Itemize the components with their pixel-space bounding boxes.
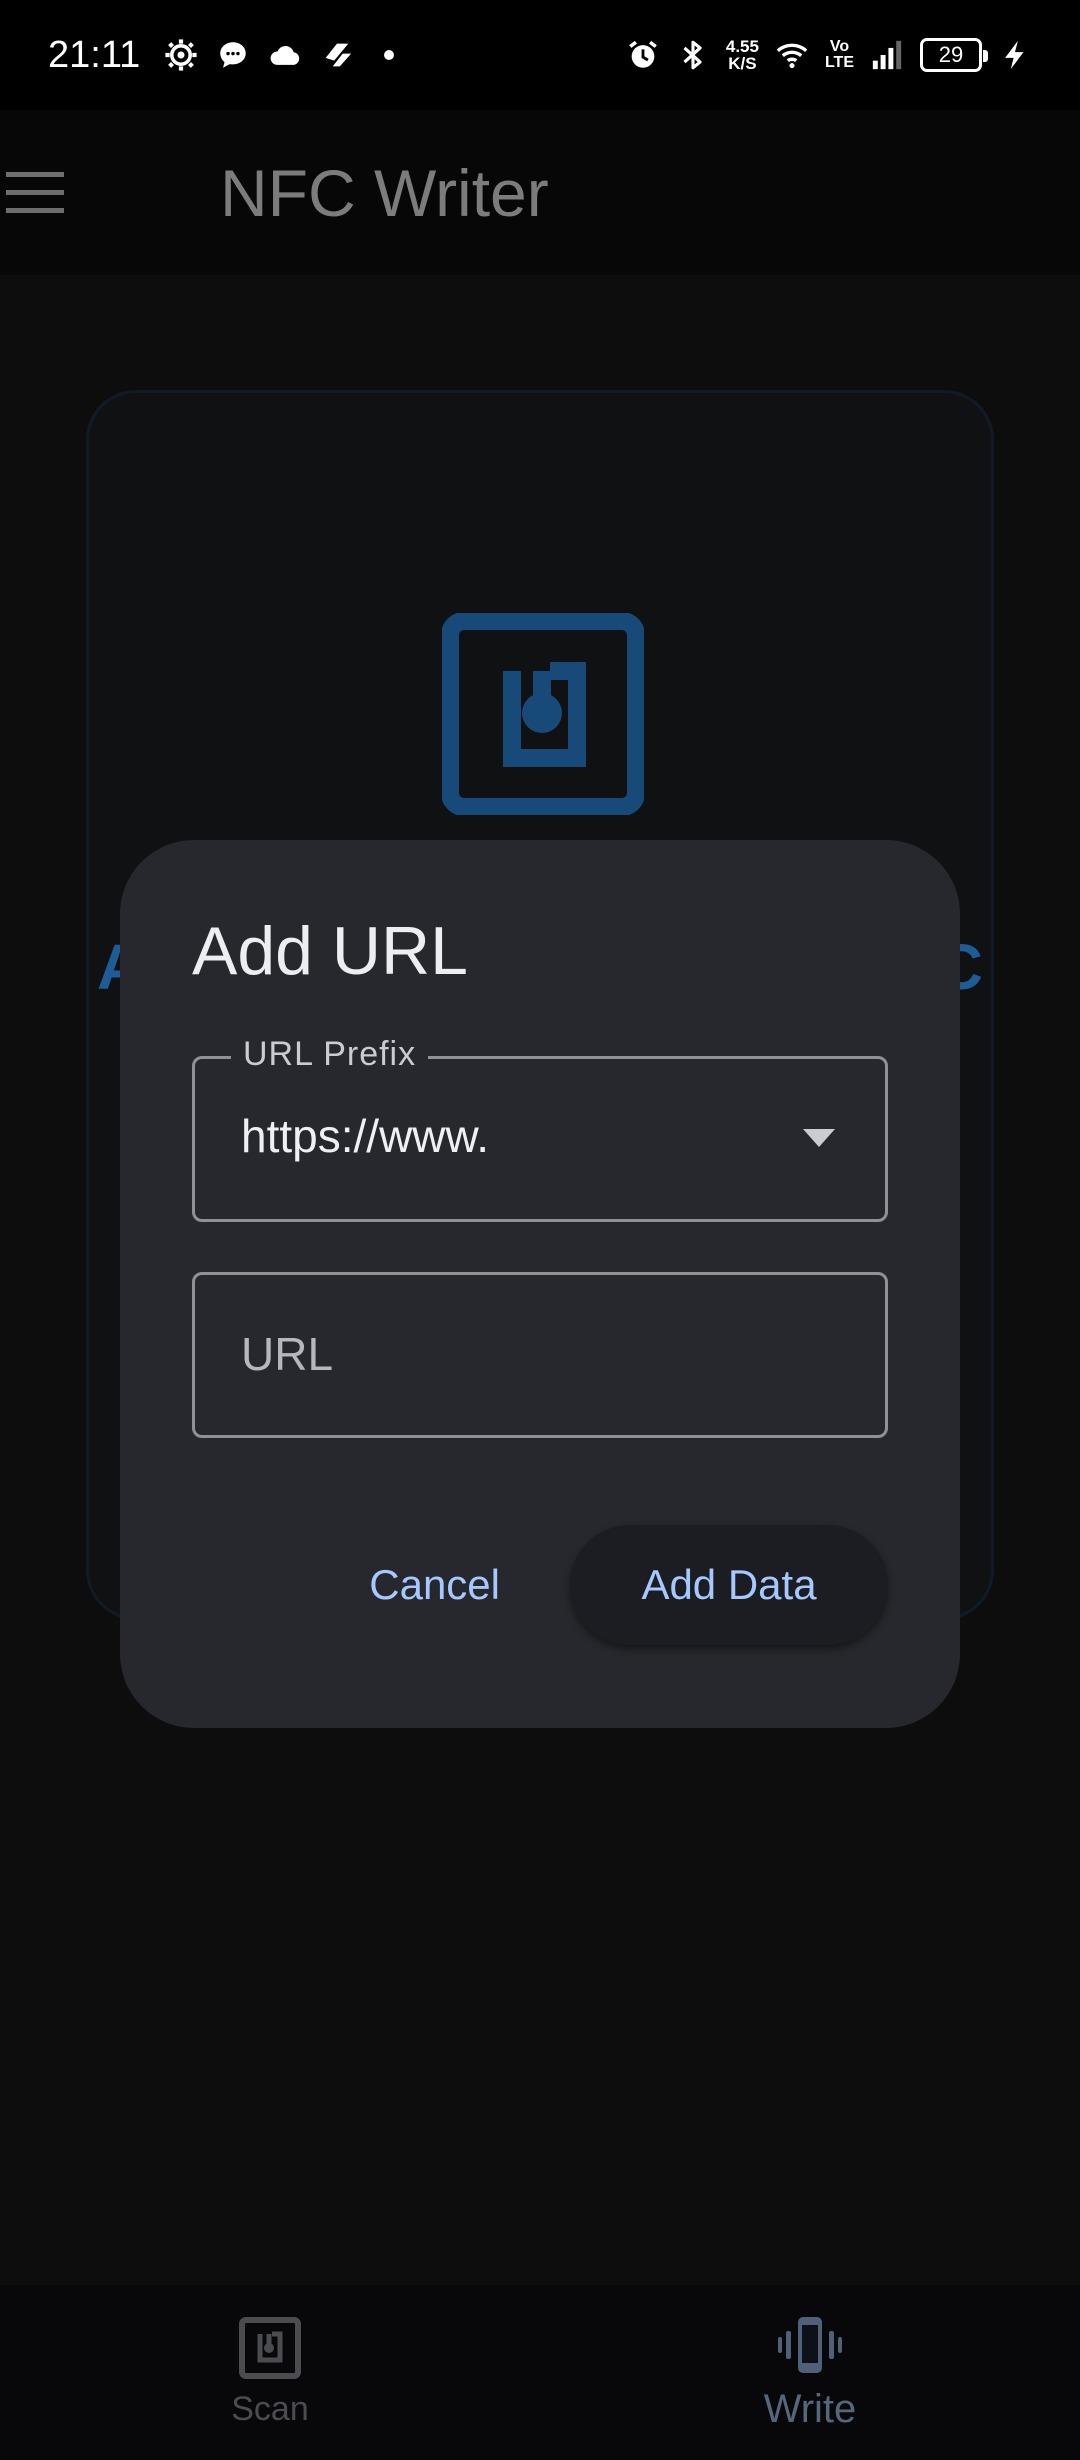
status-time: 21:11 <box>48 33 141 76</box>
url-prefix-label: URL Prefix <box>231 1035 429 1074</box>
chat-bubble-icon <box>216 38 250 72</box>
battery-level: 29 <box>938 42 964 67</box>
url-input-field[interactable]: URL <box>192 1272 888 1438</box>
status-system-icons: 4.55 K/S Vo LTE 29 <box>626 38 1032 72</box>
bluetooth-icon <box>676 38 710 72</box>
nfc-tag-icon <box>442 613 644 815</box>
nfc-scan-icon <box>239 2317 301 2379</box>
battery-indicator: 29 <box>920 38 988 72</box>
add-url-dialog: Add URL URL Prefix https://www. URL Canc… <box>120 840 960 1728</box>
cancel-button[interactable]: Cancel <box>339 1531 530 1639</box>
app-bar: NFC Writer <box>0 110 1080 275</box>
volte-bottom: LTE <box>824 54 854 71</box>
nav-item-scan[interactable]: Scan <box>0 2285 540 2460</box>
bottom-navigation: Scan Write <box>0 2285 1080 2460</box>
charging-bolt-icon <box>998 38 1032 72</box>
cloud-icon <box>268 38 302 72</box>
dialog-title: Add URL <box>192 913 468 989</box>
nav-label-write: Write <box>763 2387 857 2431</box>
status-bar: 21:11 4.55 K/S Vo LTE 29 <box>0 0 1080 110</box>
url-prefix-value: https://www. <box>241 1110 489 1162</box>
hamburger-menu-icon <box>6 171 64 213</box>
network-speed: 4.55 K/S <box>726 38 759 72</box>
signal-strength-icon <box>870 38 904 72</box>
volte-indicator: Vo LTE <box>825 39 854 71</box>
url-input-placeholder: URL <box>241 1328 334 1380</box>
dialog-actions: Cancel Add Data <box>339 1525 888 1645</box>
add-data-button[interactable]: Add Data <box>570 1525 888 1645</box>
volte-top: Vo <box>829 38 850 55</box>
phone-vibrate-icon <box>778 2317 842 2373</box>
app-title: NFC Writer <box>220 155 549 230</box>
nav-label-scan: Scan <box>231 2390 309 2428</box>
network-speed-unit: K/S <box>728 54 757 73</box>
screen: 21:11 4.55 K/S Vo LTE 29 NFC Writer Scan… <box>0 0 1080 2460</box>
network-speed-value: 4.55 <box>725 37 759 56</box>
nav-item-write[interactable]: Write <box>540 2285 1080 2460</box>
hamburger-menu-button[interactable] <box>0 110 120 275</box>
url-prefix-dropdown[interactable]: URL Prefix https://www. <box>192 1035 888 1222</box>
status-notification-icons <box>164 38 406 72</box>
more-notifications-dot-icon <box>372 38 406 72</box>
settings-gear-icon <box>164 38 198 72</box>
alarm-clock-icon <box>626 38 660 72</box>
wifi-icon <box>775 38 809 72</box>
dropdown-arrow-icon[interactable] <box>803 1129 835 1147</box>
fitness-app-icon <box>320 38 354 72</box>
